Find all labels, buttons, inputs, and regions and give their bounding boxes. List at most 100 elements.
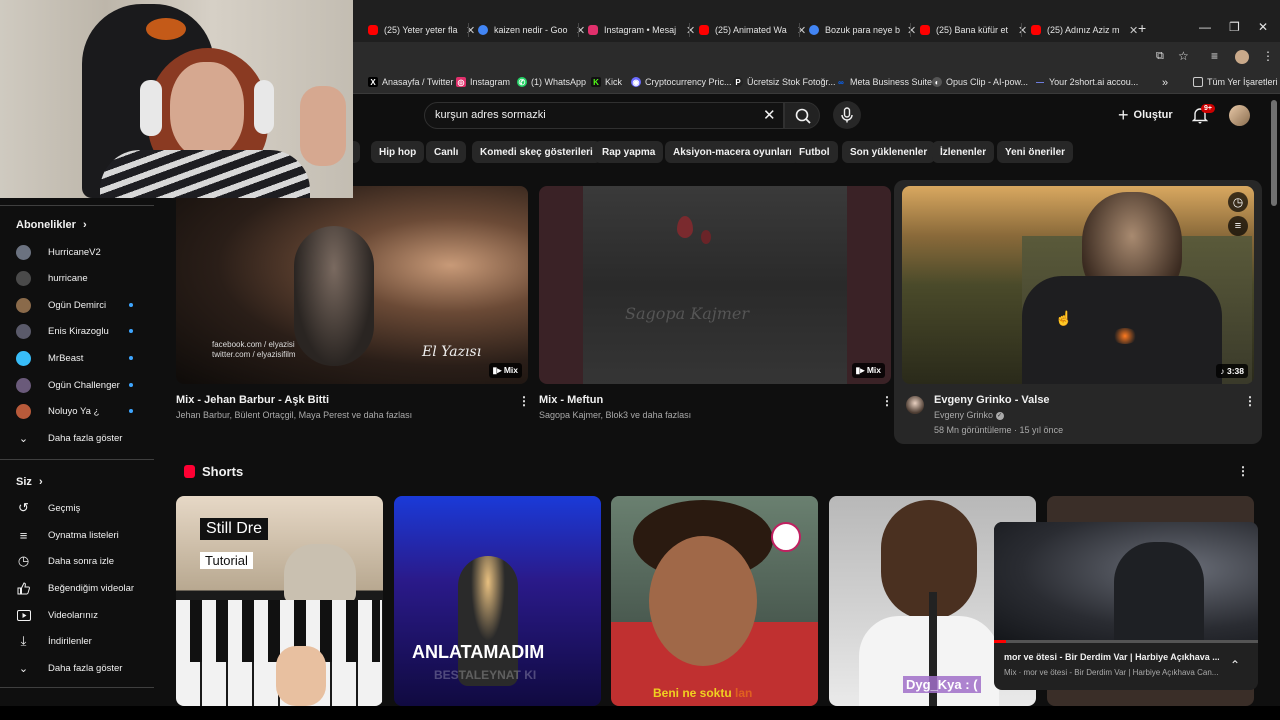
chip[interactable]: Rap yapma [594, 141, 664, 163]
profile-avatar[interactable] [1235, 50, 1249, 64]
new-content-dot [129, 303, 133, 307]
bookmark-whatsapp[interactable]: ✆ (1) WhatsApp [517, 77, 586, 87]
more-options-icon[interactable]: ⋮ [881, 394, 893, 408]
sidebar-sub-item[interactable]: MrBeast [16, 349, 146, 367]
bookmark-instagram[interactable]: ◎ Instagram [456, 77, 510, 87]
chip[interactable]: Futbol [791, 141, 838, 163]
browser-tab[interactable]: Bozuk para neye b ✕ [801, 18, 916, 42]
close-tab-icon[interactable]: ✕ [1129, 24, 1138, 37]
sidebar-item-liked[interactable]: Beğendiğim videolar [16, 579, 146, 597]
bookmark-crypto[interactable]: ◉ Cryptocurrency Pric... [631, 77, 732, 87]
bookmark-label: Cryptocurrency Pric... [645, 77, 732, 87]
short-thumbnail[interactable]: Beni ne soktu lan [611, 496, 818, 706]
chip[interactable]: İzlenenler [932, 141, 995, 163]
short-thumbnail[interactable]: ANLATAMADIM BESTALEYNAT KI [394, 496, 601, 706]
create-button[interactable]: + Oluştur [1118, 103, 1173, 127]
show-more-you[interactable]: ⌄ Daha fazla göster [16, 659, 146, 677]
video-thumbnail[interactable]: facebook.com / elyazisi twitter.com / el… [176, 186, 528, 384]
watch-later-icon[interactable]: ◷ [1228, 192, 1248, 212]
minimize-icon[interactable]: — [1199, 20, 1211, 34]
chip[interactable]: Hip hop [371, 141, 425, 163]
voice-search-button[interactable] [833, 101, 861, 129]
account-avatar[interactable] [1229, 105, 1250, 126]
sidebar-sub-item[interactable]: Enis Kirazoglu [16, 322, 146, 340]
chip[interactable]: Yeni öneriler [997, 141, 1074, 163]
chip[interactable]: Canlı [426, 141, 467, 163]
bookmark-label: Anasayfa / Twitter [382, 77, 454, 87]
channel-avatar[interactable] [906, 396, 924, 414]
all-bookmarks[interactable]: Tüm Yer İşaretleri [1193, 77, 1278, 87]
bookmark-star-icon[interactable]: ☆ [1178, 49, 1189, 63]
browser-tab[interactable]: (25) Yeter yeter fla ✕ [360, 18, 475, 42]
browser-tab[interactable]: (25) Adınız Aziz m ✕ [1023, 18, 1138, 42]
video-title[interactable]: Evgeny Grinko - Valse [934, 394, 1050, 406]
webcam-overlay [0, 0, 353, 198]
channel-name[interactable]: Evgeny Grinko ✓ [934, 410, 1004, 420]
subscriptions-header[interactable]: Abonelikler › [16, 219, 87, 231]
search-box[interactable]: kurşun adres sormazki ✕ [424, 102, 784, 129]
bookmark-stock-photo[interactable]: P Ücretsiz Stok Fotoğr... [733, 77, 836, 87]
sidebar-sub-item[interactable]: Ogün Challenger [16, 376, 146, 394]
restore-icon[interactable]: ❐ [1229, 20, 1240, 34]
sidebar-sub-item[interactable]: Noluyo Ya ¿ [16, 402, 146, 420]
bookmark-twitter[interactable]: X Anasayfa / Twitter [368, 77, 453, 87]
install-app-icon[interactable]: ⧉ [1156, 50, 1164, 63]
sidebar-item-watch-later[interactable]: ◷ Daha sonra izle [16, 552, 146, 570]
miniplayer-video[interactable] [994, 522, 1258, 640]
avatar [16, 350, 31, 366]
sidebar-sub-item[interactable]: Ogün Demirci [16, 296, 146, 314]
bookmarks-overflow-button[interactable]: » [1162, 77, 1168, 89]
bookmark-meta[interactable]: ∞ Meta Business Suite [836, 77, 932, 87]
sidebar-item-downloads[interactable]: ⤓ İndirilenler [16, 632, 146, 650]
video-title[interactable]: Mix - Meftun [539, 394, 603, 406]
tab-title: (25) Adınız Aziz m [1047, 25, 1120, 35]
reading-list-icon[interactable]: ≡ [1211, 49, 1218, 63]
video-thumbnail[interactable]: Sagopa Kajmer ▮▸ Mix [539, 186, 891, 384]
video-stats: 58 Mn görüntüleme · 15 yıl önce [934, 425, 1064, 435]
page-scrollbar[interactable] [1270, 96, 1278, 710]
miniplayer-progress[interactable] [994, 640, 1258, 643]
you-header[interactable]: Siz › [16, 476, 43, 488]
chip[interactable]: Aksiyon-macera oyunları [665, 141, 800, 163]
more-options-icon[interactable]: ⋮ [1244, 394, 1256, 408]
video-title[interactable]: Mix - Jehan Barbur - Aşk Bitti [176, 394, 329, 406]
bookmark-kick[interactable]: K Kick [591, 77, 622, 87]
add-to-queue-icon[interactable]: ≡ [1228, 216, 1248, 236]
show-more-subs[interactable]: ⌄ Daha fazla göster [16, 429, 146, 447]
kick-icon: K [591, 77, 601, 87]
shorts-more-options-icon[interactable]: ⋮ [1237, 464, 1249, 478]
video-thumbnail[interactable]: ◷ ≡ ♪ 3:38 [902, 186, 1254, 384]
miniplayer[interactable]: mor ve ötesi - Bir Derdim Var | Harbiye … [994, 522, 1258, 690]
mic-icon [841, 107, 853, 123]
close-window-icon[interactable]: ✕ [1258, 20, 1268, 34]
search-input[interactable]: kurşun adres sormazki [435, 109, 546, 121]
sidebar-sub-item[interactable]: HurricaneV2 [16, 243, 146, 261]
new-tab-button[interactable]: + [1138, 20, 1146, 36]
browser-tab[interactable]: Instagram • Mesaj ✕ [580, 18, 695, 42]
playlists-icon: ≡ [19, 527, 28, 543]
bookmark-opus[interactable]: ◐ Opus Clip - AI-pow... [932, 77, 1028, 87]
crypto-icon: ◉ [631, 77, 641, 87]
browser-tab[interactable]: (25) Animated Wa ✕ [691, 18, 806, 42]
sidebar-item-your-videos[interactable]: Videolarınız [16, 606, 146, 624]
sidebar-sub-item[interactable]: hurricane [16, 269, 146, 287]
chip[interactable]: Son yüklenenler [842, 141, 936, 163]
browser-tab[interactable]: kaizen nedir - Goo ✕ [470, 18, 585, 42]
clear-search-icon[interactable]: ✕ [763, 106, 776, 124]
chip[interactable]: Komedi skeç gösterileri [472, 141, 601, 163]
new-content-dot [129, 409, 133, 413]
bookmark-2short[interactable]: — Your 2short.ai accou... [1035, 77, 1138, 87]
sidebar-item-playlists[interactable]: ≡ Oynatma listeleri [16, 526, 146, 544]
more-options-icon[interactable]: ⋮ [518, 394, 530, 408]
search-button[interactable] [784, 102, 820, 129]
thumb-signature-text: Sagopa Kajmer [625, 304, 749, 323]
bookmark-label: Opus Clip - AI-pow... [946, 77, 1029, 87]
short-caption: Dyg_Kya : ( [903, 676, 981, 693]
chevron-down-icon: ⌄ [18, 432, 29, 445]
expand-chevron-icon[interactable]: ⌃ [1230, 658, 1240, 672]
browser-menu-icon[interactable]: ⋮ [1262, 49, 1274, 63]
short-thumbnail[interactable]: Still Dre Tutorial [176, 496, 383, 706]
scrollbar-thumb[interactable] [1271, 100, 1277, 206]
sidebar-item-history[interactable]: ↺ Geçmiş [16, 499, 146, 517]
browser-tab[interactable]: (25) Bana küfür et ✕ [912, 18, 1027, 42]
